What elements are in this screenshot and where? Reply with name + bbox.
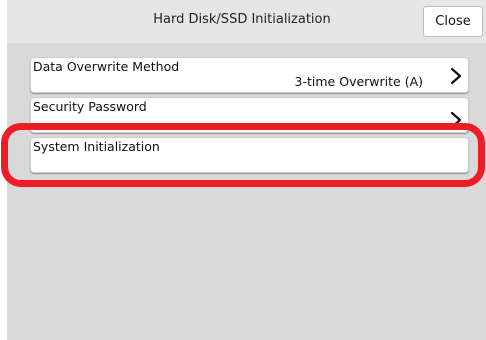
chevron-right-icon — [450, 111, 462, 129]
screen-panel: Hard Disk/SSD Initialization Close Data … — [7, 0, 486, 340]
page-title: Hard Disk/SSD Initialization — [153, 12, 331, 27]
chevron-right-icon — [450, 67, 462, 85]
system-initialization-row[interactable]: System Initialization — [30, 137, 469, 173]
row-value: 3-time Overwrite (A) — [294, 74, 423, 89]
close-button[interactable]: Close — [423, 6, 483, 37]
security-password-row[interactable]: Security Password — [30, 97, 469, 133]
row-label: System Initialization — [33, 139, 160, 154]
row-label: Security Password — [33, 99, 147, 114]
row-label: Data Overwrite Method — [33, 59, 180, 74]
data-overwrite-method-row[interactable]: Data Overwrite Method 3-time Overwrite (… — [30, 57, 469, 93]
title-bar: Hard Disk/SSD Initialization Close — [7, 0, 486, 43]
